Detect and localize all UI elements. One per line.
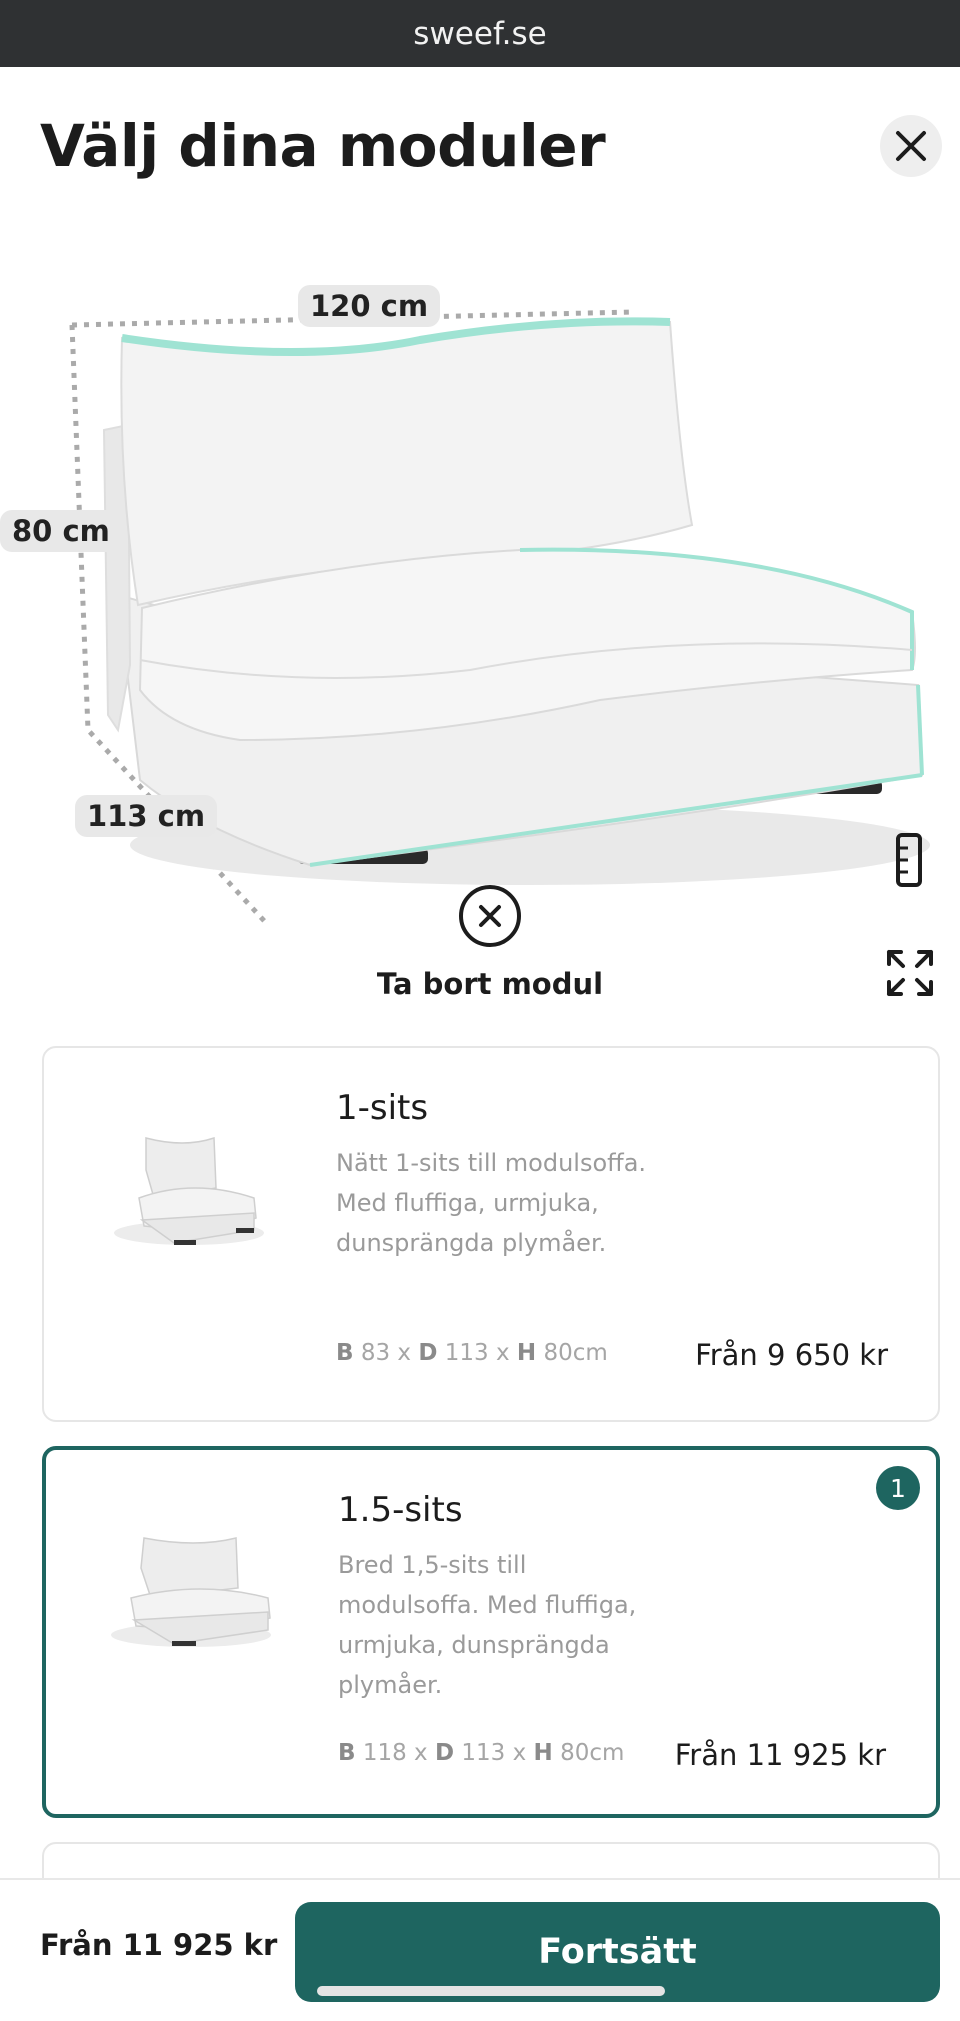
expand-icon bbox=[887, 950, 933, 996]
page-title: Välj dina moduler bbox=[40, 112, 606, 180]
total-price: Från 11 925 kr bbox=[40, 1928, 278, 1962]
module-price: Från 9 650 kr bbox=[695, 1338, 888, 1372]
close-button[interactable] bbox=[880, 115, 942, 177]
ruler-icon bbox=[896, 833, 922, 887]
selected-count-badge: 1 bbox=[876, 1466, 920, 1510]
remove-module-label: Ta bort modul bbox=[376, 967, 604, 1001]
fullscreen-button[interactable] bbox=[885, 948, 935, 1002]
remove-module-control: Ta bort modul bbox=[340, 885, 640, 1001]
module-description: Bred 1,5-sits till modulsoffa. Med fluff… bbox=[338, 1551, 637, 1699]
module-thumbnail bbox=[114, 1136, 264, 1245]
remove-module-button[interactable] bbox=[459, 885, 521, 947]
module-card[interactable]: 1-sits Nätt 1-sits till modulsoffa. Med … bbox=[42, 1046, 940, 1422]
module-price: Från 11 925 kr bbox=[674, 1738, 886, 1772]
module-name: 1.5-sits bbox=[338, 1490, 463, 1530]
module-dimensions: B 83 x D 113 x H 80cm bbox=[336, 1340, 608, 1366]
measure-toggle-button[interactable] bbox=[895, 832, 925, 892]
module-thumbnail bbox=[111, 1537, 271, 1647]
height-dimension-label: 80 cm bbox=[0, 510, 122, 552]
width-dimension-label: 120 cm bbox=[298, 285, 441, 327]
home-indicator bbox=[317, 1986, 665, 1996]
close-icon bbox=[479, 905, 501, 927]
close-icon bbox=[896, 131, 926, 161]
module-card-selected[interactable]: 1 1.5-sits Bred 1,5-sits till modulsoffa… bbox=[42, 1446, 940, 1818]
browser-url-bar[interactable]: sweef.se bbox=[0, 0, 960, 67]
module-dimensions: B 118 x D 113 x H 80cm bbox=[338, 1740, 625, 1766]
checkout-bar: Från 11 925 kr Fortsätt bbox=[0, 1878, 960, 2021]
url-text: sweef.se bbox=[413, 15, 547, 52]
depth-dimension-label: 113 cm bbox=[75, 795, 218, 837]
module-name: 1-sits bbox=[336, 1088, 429, 1128]
module-description: Nätt 1-sits till modulsoffa. Med fluffig… bbox=[336, 1149, 647, 1257]
